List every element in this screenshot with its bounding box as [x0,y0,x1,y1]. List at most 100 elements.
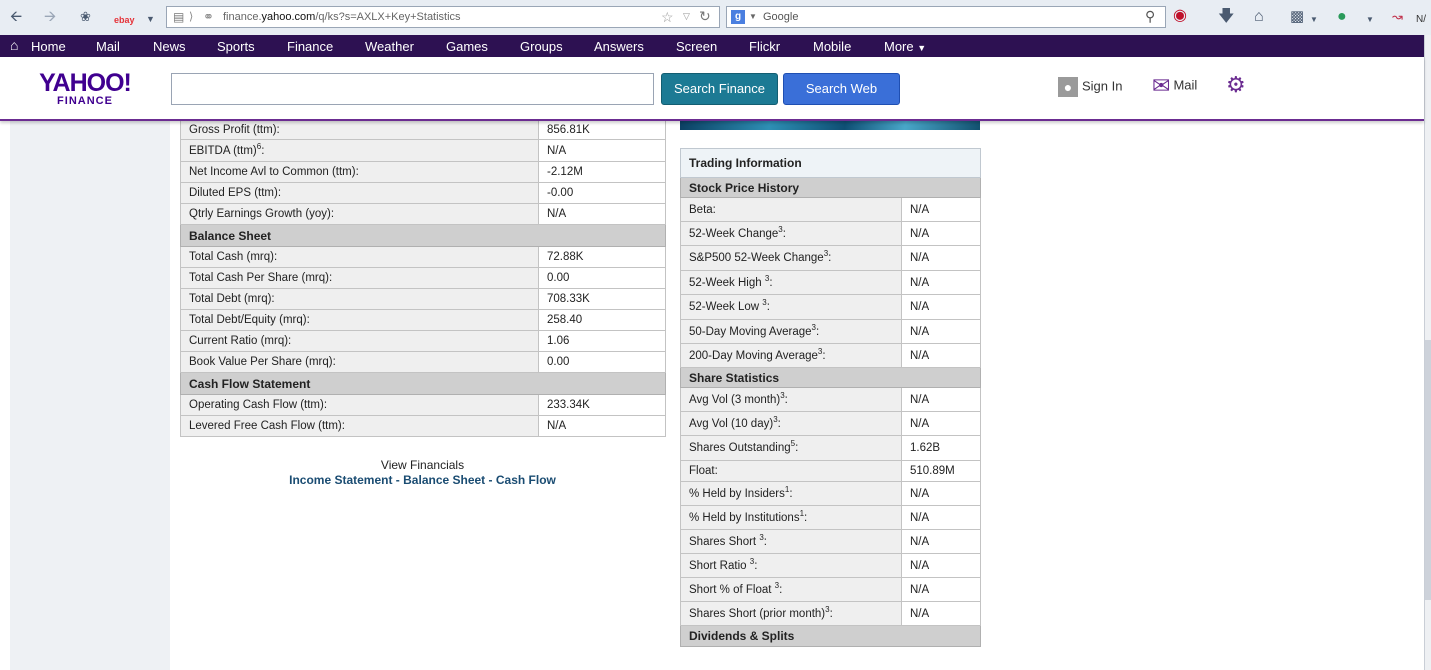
addon-globe-icon[interactable]: ● [1337,8,1347,26]
nav-flickr[interactable]: Flickr [749,39,780,54]
row-label-suffix: : [766,301,770,313]
row-value: N/A [538,203,666,225]
table-row: % Held by Institutions1: N/A [680,505,982,530]
search-web-button[interactable]: Search Web [783,73,900,105]
home-icon[interactable]: ⌂ [10,37,18,53]
table-row: Levered Free Cash Flow (ttm): N/A [180,415,666,437]
sign-in-link[interactable]: ● Sign In [1058,77,1122,97]
row-value: 0.00 [538,267,666,289]
dropdown-icon[interactable]: ▽ [683,11,690,22]
url-text: finance.yahoo.com/q/ks?s=AXLX+Key+Statis… [223,11,461,23]
row-label: Operating Cash Flow (ttm): [180,394,539,416]
row-label: Short % of Float 3: [680,577,902,602]
chevron-down-icon: ▼ [917,43,927,53]
star-icon[interactable]: ☆ [661,9,674,26]
section-title: Share Statistics [679,367,982,388]
nav-screen[interactable]: Screen [676,39,717,54]
row-value: N/A [900,577,982,602]
row-label-text: Book Value Per Share (mrq): [189,356,336,368]
browser-search-bar[interactable]: g ▼ Google ⚲ [726,6,1166,28]
addon-icon[interactable]: ❀ [80,8,91,26]
bookmarks-dropdown-icon[interactable]: ▼ [1310,11,1318,29]
row-value: N/A [900,505,982,530]
nav-news[interactable]: News [153,39,186,54]
nav-finance[interactable]: Finance [287,39,333,54]
row-label-suffix: : [789,487,793,500]
scrollbar[interactable] [1424,35,1431,670]
nav-answers[interactable]: Answers [594,39,644,54]
reload-icon[interactable]: ↻ [699,8,711,25]
row-label: Shares Short 3: [680,529,902,554]
row-label: Book Value Per Share (mrq): [180,351,539,373]
nav-mail[interactable]: Mail [96,39,120,54]
row-label-text: Avg Vol (3 month) [689,393,781,406]
row-label-suffix: : [754,559,758,572]
row-label: Qtrly Earnings Growth (yoy): [180,203,539,225]
table-row: EBITDA (ttm)6: N/A [180,139,666,162]
ebay-bookmark[interactable]: ebay [114,11,135,29]
row-label-text: 200-Day Moving Average [689,349,818,362]
user-icon: ● [1058,77,1078,97]
search-finance-button[interactable]: Search Finance [661,73,778,105]
row-label: Beta: [680,197,902,222]
google-icon[interactable]: g [731,10,745,24]
mail-link[interactable]: ✉ Mail [1152,75,1197,97]
row-label-text: Total Debt (mrq): [189,293,275,305]
row-label-text: Short Ratio [689,559,750,572]
nav-games[interactable]: Games [446,39,488,54]
link-separator: - [392,473,404,487]
scrollbar-thumb[interactable] [1425,340,1431,600]
row-label-suffix: : [804,511,808,524]
record-icon[interactable]: ◉ [1173,7,1187,25]
forward-arrow-icon[interactable]: 🡪 [44,8,56,26]
back-arrow-icon[interactable]: 🡨 [10,8,22,26]
chart-icon[interactable]: ↝ [1392,8,1403,26]
engine-dropdown-icon[interactable]: ▼ [749,12,757,21]
row-label: Avg Vol (10 day)3: [680,411,902,436]
yahoo-finance-logo[interactable]: YAHOO! FINANCE [37,70,133,107]
table-row: Total Debt/Equity (mrq): 258.40 [180,309,666,331]
row-label: 52-Week Low 3: [680,294,902,320]
row-label-text: Levered Free Cash Flow (ttm): [189,420,345,432]
row-value: 72.88K [538,246,666,268]
url-bar[interactable]: ▤ ⟩ ⚭ finance.yahoo.com/q/ks?s=AXLX+Key+… [166,6,720,28]
nav-home[interactable]: Home [31,39,66,54]
row-label-text: Qtrly Earnings Growth (yoy): [189,208,335,220]
gear-icon[interactable]: ⚙ [1226,74,1246,96]
balance-sheet-link[interactable]: Balance Sheet [403,473,485,487]
logo-sub: FINANCE [57,95,113,107]
row-value: 258.40 [538,309,666,331]
financials-links: Income Statement - Balance Sheet - Cash … [180,473,665,487]
row-value: N/A [900,481,982,506]
nav-mobile[interactable]: Mobile [813,39,851,54]
search-icon[interactable]: ⚲ [1145,8,1155,25]
nav-sports[interactable]: Sports [217,39,255,54]
row-value: 233.34K [538,394,666,416]
nav-more[interactable]: More ▼ [884,39,926,56]
row-label-text: Short % of Float [689,583,775,596]
financial-highlights-table: Gross Profit (ttm): 856.81K EBITDA (ttm)6:… [180,119,666,437]
row-label: Total Debt (mrq): [180,288,539,310]
nav-weather[interactable]: Weather [365,39,414,54]
home-icon[interactable]: ⌂ [1254,8,1264,26]
nav-groups[interactable]: Groups [520,39,563,54]
row-value: N/A [538,139,666,162]
cash-flow-link[interactable]: Cash Flow [496,473,556,487]
chevron-down-icon[interactable]: ▼ [146,10,155,28]
finance-search-input[interactable] [171,73,654,105]
row-value: 856.81K [538,119,666,140]
table-row: Total Cash Per Share (mrq): 0.00 [180,267,666,289]
row-label-suffix: : [815,325,820,338]
bookmarks-icon[interactable]: ▩ [1290,8,1304,26]
addon-dropdown-icon[interactable]: ▼ [1366,11,1374,29]
row-value: N/A [900,319,982,344]
table-row: Qtrly Earnings Growth (yoy): N/A [180,203,666,225]
row-value: 510.89M [900,460,982,482]
table-row: Short % of Float 3: N/A [680,577,982,602]
row-label-suffix: : [763,535,767,548]
row-label-text: Avg Vol (10 day) [689,417,774,430]
sign-in-label: Sign In [1082,78,1123,94]
row-label-text: 52-Week Change [689,227,779,240]
income-statement-link[interactable]: Income Statement [289,473,392,487]
download-icon[interactable]: 🡇 [1218,8,1234,26]
